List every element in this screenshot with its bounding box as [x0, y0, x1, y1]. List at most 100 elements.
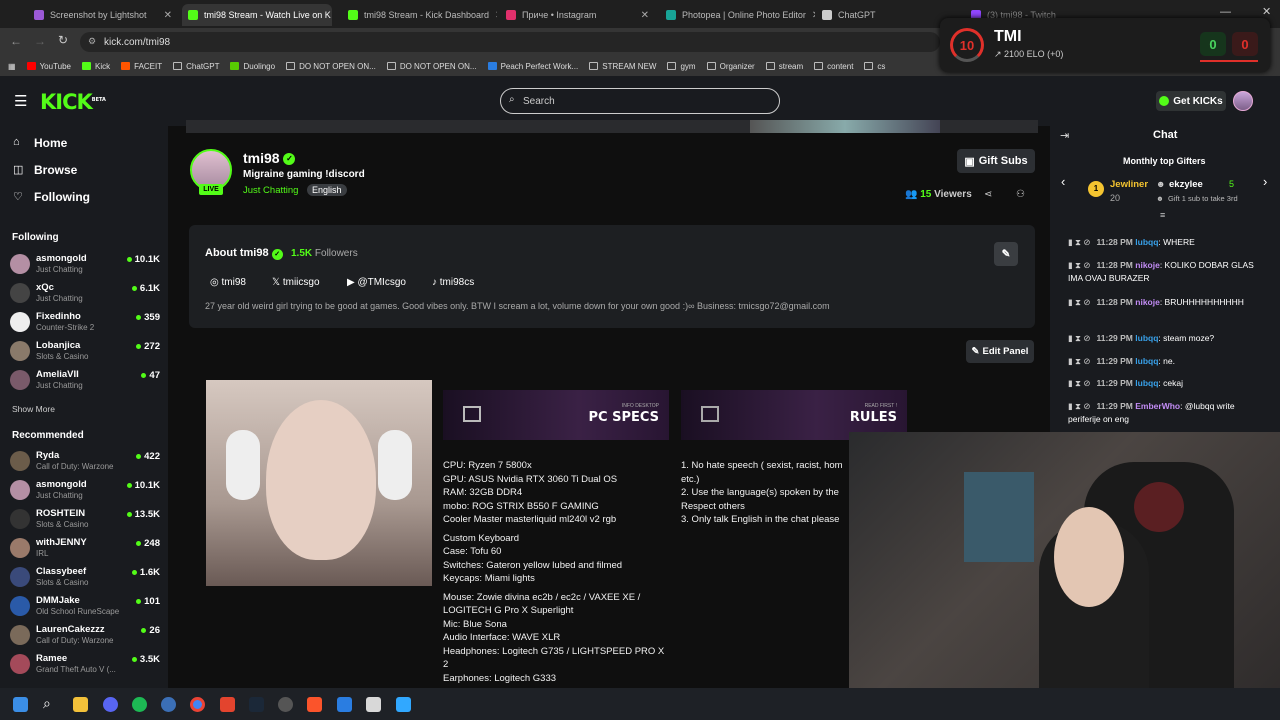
close-icon[interactable]: ✕ — [331, 10, 332, 21]
apps-icon[interactable]: ▦ — [8, 62, 16, 71]
recommended-channel[interactable]: withJENNY IRL 248 — [10, 536, 160, 562]
following-channel[interactable]: xQc Just Chatting 6.1K — [10, 281, 160, 307]
recommended-channel[interactable]: asmongold Just Chatting 10.1K — [10, 478, 160, 504]
search-icon[interactable]: ⌕ — [43, 695, 51, 712]
url-field[interactable]: ⚙ kick.com/tmi98 — [80, 32, 940, 52]
browser-tab[interactable]: Photopea | Online Photo Editor✕ — [660, 4, 815, 26]
close-icon[interactable]: ✕ — [806, 10, 815, 21]
collapse-chat-icon[interactable]: ⇥ — [1060, 129, 1069, 142]
stream-category-link[interactable]: Just Chatting — [243, 185, 298, 196]
search-input[interactable]: ⌕ Search — [500, 88, 780, 114]
close-window-icon[interactable]: ✕ — [1262, 5, 1271, 18]
close-icon[interactable]: ✕ — [635, 10, 649, 21]
mod-icons: ▮ ⧗ ⊘ — [1068, 297, 1091, 307]
bookmark-folder[interactable]: gym — [667, 62, 696, 71]
bookmark-chatgpt[interactable]: ChatGPT — [173, 62, 219, 71]
bookmark-faceit[interactable]: FACEIT — [121, 62, 162, 71]
browser-tab[interactable]: tmi98 Stream - Kick Dashboard✕ — [342, 4, 497, 26]
discord-icon[interactable] — [103, 697, 118, 712]
bookmark-youtube[interactable]: YouTube — [26, 62, 71, 71]
steam-icon[interactable] — [249, 697, 264, 712]
following-section-title: Following — [12, 232, 59, 243]
trend-icon: ↗ — [994, 49, 1005, 59]
gift-subs-button[interactable]: ▣ Gift Subs — [957, 149, 1035, 173]
chrome-icon[interactable] — [190, 697, 205, 712]
bookmark-folder[interactable]: content — [814, 62, 853, 71]
recommended-channel[interactable]: LaurenCakezzz Call of Duty: Warzone 26 — [10, 623, 160, 649]
minimize-icon[interactable]: — — [1220, 6, 1231, 18]
recommended-channel[interactable]: Ryda Call of Duty: Warzone 422 — [10, 449, 160, 475]
avatar — [10, 509, 30, 529]
chevron-right-icon[interactable]: › — [1263, 174, 1267, 189]
live-badge: LIVE — [199, 184, 223, 195]
brave-icon[interactable] — [307, 697, 322, 712]
app-icon[interactable] — [220, 697, 235, 712]
forward-icon[interactable]: → — [34, 34, 46, 48]
browser-tab-active[interactable]: tmi98 Stream - Watch Live on K✕ — [182, 4, 332, 26]
get-kicks-button[interactable]: Get KICKs — [1156, 91, 1226, 111]
gifter-icon: ☻ — [1156, 179, 1166, 189]
spotify-icon[interactable] — [132, 697, 147, 712]
notepad-icon[interactable] — [366, 697, 381, 712]
show-more-link[interactable]: Show More — [12, 404, 55, 414]
x-icon: 𝕏 — [272, 277, 283, 288]
folder-icon — [386, 62, 396, 70]
gifter-name[interactable]: ekzylee — [1169, 179, 1203, 190]
browser-tab[interactable]: Screenshot by Lightshot ✕ — [28, 4, 178, 26]
app-icon[interactable] — [161, 697, 176, 712]
bookmark-folder[interactable]: cs — [864, 62, 885, 71]
gifter-name[interactable]: Jewliner — [1110, 179, 1148, 190]
browser-tab[interactable]: ChatGPT — [816, 4, 941, 26]
follow-user-icon[interactable]: ⚇ — [1016, 189, 1025, 200]
social-tiktok[interactable]: ♪ tmi98cs — [432, 277, 474, 288]
mod-icons: ▮ ⧗ ⊘ — [1068, 333, 1091, 343]
share-icon[interactable]: ⋖ — [984, 189, 992, 200]
back-icon[interactable]: ← — [10, 34, 22, 48]
chevron-left-icon[interactable]: ‹ — [1061, 174, 1065, 189]
following-channel[interactable]: Lobanjica Slots & Casino 272 — [10, 339, 160, 365]
social-youtube[interactable]: ▶ @TMIcsgo — [347, 277, 406, 288]
recommended-channel[interactable]: Ramee Grand Theft Auto V (... 3.5K — [10, 652, 160, 678]
recommended-channel[interactable]: DMMJake Old School RuneScape 101 — [10, 594, 160, 620]
sidebar-item-following[interactable]: Following — [34, 190, 90, 204]
bookmark-folder[interactable]: STREAM NEW — [589, 62, 656, 71]
following-channel[interactable]: AmeliaVII Just Chatting 47 — [10, 368, 160, 394]
language-tag[interactable]: English — [307, 184, 347, 196]
bookmark-folder[interactable]: DO NOT OPEN ON... — [386, 62, 477, 71]
edit-panel-button[interactable]: ✎ Edit Panel — [966, 340, 1034, 363]
recommended-channel[interactable]: Classybeef Slots & Casino 1.6K — [10, 565, 160, 591]
browser-tab[interactable]: Приче • Instagram ✕ — [500, 4, 655, 26]
user-avatar[interactable] — [1233, 91, 1253, 111]
app-icon[interactable] — [278, 697, 293, 712]
sidebar-item-browse[interactable]: Browse — [34, 163, 77, 177]
avatar — [10, 451, 30, 471]
bookmark-peach[interactable]: Peach Perfect Work... — [487, 62, 578, 71]
bookmark-folder[interactable]: DO NOT OPEN ON... — [286, 62, 376, 71]
recommended-channel[interactable]: ROSHTEIN Slots & Casino 13.5K — [10, 507, 160, 533]
bookmark-icon — [487, 62, 497, 70]
close-icon[interactable]: ✕ — [489, 10, 497, 21]
following-channel[interactable]: asmongold Just Chatting 10.1K — [10, 252, 160, 278]
following-channel[interactable]: Fixedinho Counter-Strike 2 359 — [10, 310, 160, 336]
sidebar-item-home[interactable]: Home — [34, 136, 67, 150]
site-info-icon[interactable]: ⚙ — [88, 36, 96, 47]
social-x[interactable]: 𝕏 tmiicsgo — [272, 277, 320, 288]
tab-favicon-icon — [34, 10, 44, 20]
social-instagram[interactable]: ◎ tmi98 — [210, 277, 246, 288]
bookmark-duolingo[interactable]: Duolingo — [230, 62, 275, 71]
kick-logo[interactable]: KICKBETA — [40, 90, 106, 114]
hamburger-menu-icon[interactable]: ☰ — [14, 92, 27, 110]
edit-about-icon[interactable]: ✎ — [994, 242, 1018, 266]
pinned-filter-icon[interactable]: ≡ — [1160, 210, 1165, 220]
close-icon[interactable]: ✕ — [158, 10, 172, 21]
channel-name: tmi98 ✓ — [243, 150, 296, 166]
windows-start-icon[interactable] — [13, 697, 28, 712]
app-icon[interactable] — [337, 697, 352, 712]
bookmark-folder[interactable]: Organizer — [706, 62, 755, 71]
file-explorer-icon[interactable] — [73, 697, 88, 712]
photoshop-icon[interactable] — [396, 697, 411, 712]
bookmark-folder[interactable]: stream — [765, 62, 803, 71]
mod-icons: ▮ ⧗ ⊘ — [1068, 401, 1091, 411]
bookmark-kick[interactable]: Kick — [82, 62, 110, 71]
reload-icon[interactable]: ↻ — [58, 33, 68, 47]
